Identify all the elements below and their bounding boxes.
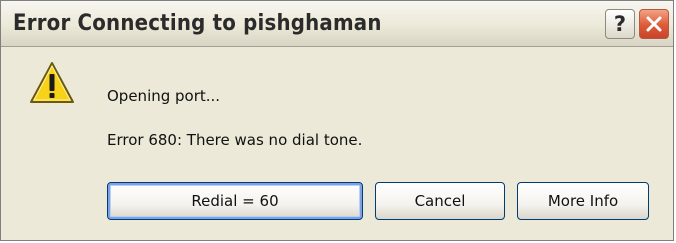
close-button[interactable] — [639, 9, 669, 39]
status-message: Opening port... — [107, 87, 221, 105]
dialog-title: Error Connecting to pishghaman — [13, 11, 382, 36]
title-bar[interactable]: Error Connecting to pishghaman ? — [1, 1, 673, 47]
redial-button[interactable]: Redial = 60 — [107, 182, 363, 220]
warning-icon — [30, 62, 74, 103]
more-info-button[interactable]: More Info — [517, 182, 649, 220]
dialog-body: Opening port... Error 680: There was no … — [1, 47, 673, 240]
help-icon: ? — [613, 12, 627, 36]
close-icon — [646, 16, 662, 32]
cancel-button[interactable]: Cancel — [375, 182, 505, 220]
help-button[interactable]: ? — [605, 9, 635, 39]
error-dialog: Error Connecting to pishghaman ? Opening… — [0, 0, 674, 241]
error-message: Error 680: There was no dial tone. — [107, 131, 363, 149]
